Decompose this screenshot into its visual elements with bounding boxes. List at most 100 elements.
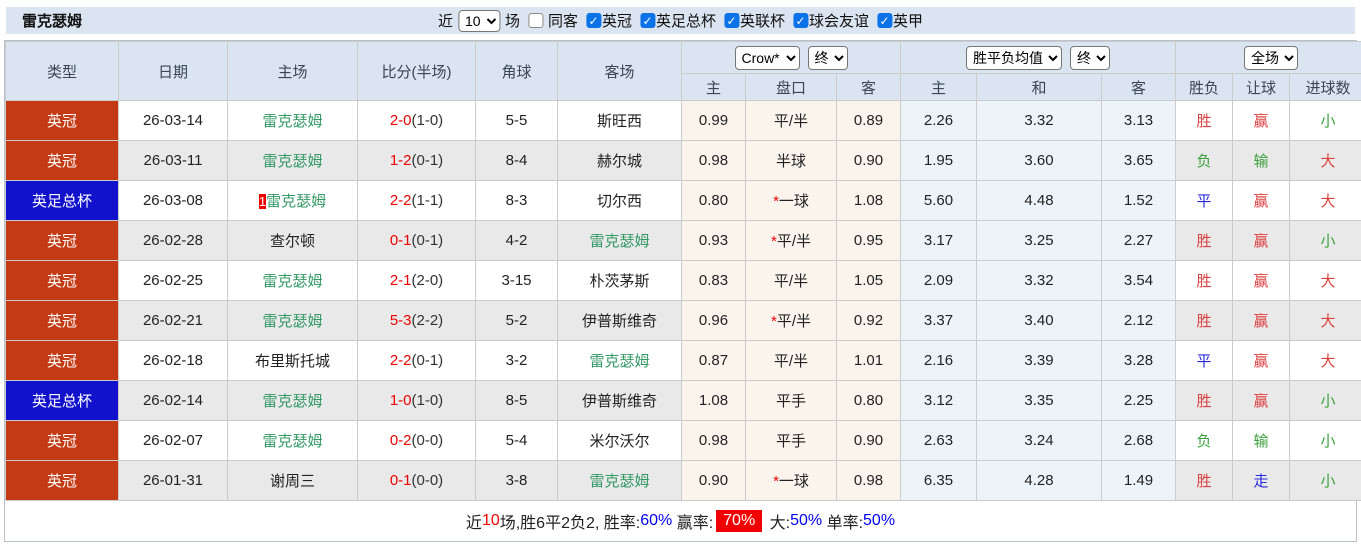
handicap-result-cell: 赢	[1232, 300, 1291, 341]
fulltime-score: 5-3	[389, 312, 412, 329]
handicap-cell: 半球	[745, 140, 837, 181]
handicap-cell: *一球	[745, 180, 837, 221]
sub-col-handicap: 盘口	[745, 73, 837, 101]
handicap-result-value: 赢	[1253, 273, 1269, 290]
halftime-score: (1-1)	[411, 192, 444, 209]
avg-home-cell: 2.63	[900, 420, 978, 461]
goals-cell: 小	[1289, 460, 1361, 501]
result-value: 胜	[1196, 113, 1212, 130]
handicap-result-value: 输	[1253, 433, 1269, 450]
score-cell: 0-1(0-1)	[357, 220, 476, 261]
avg-time-select[interactable]: 终	[1070, 45, 1111, 70]
home-odds-cell: 0.80	[681, 180, 746, 221]
odds-time-select[interactable]: 终	[807, 45, 848, 70]
avg-home-cell: 2.16	[900, 340, 978, 381]
home-team: 查尔顿	[227, 220, 358, 261]
home-odds-cell: 0.90	[681, 460, 746, 501]
table-row: 英冠 26-02-25 雷克瑟姆 2-1(2-0) 3-15 朴茨茅斯 0.83…	[5, 260, 1361, 301]
away-team: 雷克瑟姆	[557, 460, 682, 501]
avg-away-cell: 1.49	[1101, 460, 1177, 501]
score-cell: 0-1(0-0)	[357, 460, 476, 501]
away-team-name: 雷克瑟姆	[589, 473, 650, 490]
same-venue-checkbox[interactable]: ✓	[527, 13, 543, 28]
avg-away-cell: 2.68	[1101, 420, 1177, 461]
away-team-name: 伊普斯维奇	[581, 313, 657, 330]
home-odds-cell: 1.08	[681, 380, 746, 421]
away-team: 雷克瑟姆	[557, 220, 682, 261]
corners-cell: 8-5	[475, 380, 558, 421]
home-team-name: 雷克瑟姆	[262, 153, 323, 170]
home-team: 雷克瑟姆	[227, 300, 358, 341]
handicap-name: 平/半	[773, 273, 809, 290]
home-odds-cell: 0.98	[681, 140, 746, 181]
league-label-1: 英足总杯	[656, 13, 717, 30]
result-value: 负	[1196, 153, 1212, 170]
result-cell: 胜	[1175, 300, 1234, 341]
halftime-score: (1-0)	[411, 392, 444, 409]
goals-value: 小	[1320, 113, 1336, 130]
scope-select[interactable]: 全场	[1244, 45, 1299, 70]
result-cell: 平	[1175, 340, 1234, 381]
league-checkbox-0[interactable]: ✓	[585, 13, 601, 28]
score-cell: 1-2(0-1)	[357, 140, 476, 181]
matches-table: 类型 日期 主场 比分(半场) 角球 客场 Crow* 终 胜平负均值 终 全场…	[5, 41, 1361, 501]
home-team: 雷克瑟姆	[227, 140, 358, 181]
halftime-score: (0-1)	[411, 152, 444, 169]
league-badge: 英足总杯	[5, 380, 119, 421]
goals-cell: 大	[1289, 180, 1361, 221]
home-team: 谢周三	[227, 460, 358, 501]
league-badge: 英冠	[5, 340, 119, 381]
score-cell: 0-2(0-0)	[357, 420, 476, 461]
col-home: 主场	[227, 41, 358, 101]
sub-col-handicap-result: 让球	[1232, 73, 1291, 101]
handicap-result-value: 赢	[1253, 393, 1269, 410]
sub-col-avg-away: 客	[1101, 73, 1177, 101]
league-checkbox-1[interactable]: ✓	[640, 13, 655, 28]
avg-home-cell: 1.95	[900, 140, 978, 181]
stats-text: 单率:	[822, 515, 864, 532]
same-venue-label: 同客	[547, 13, 578, 30]
home-odds-cell: 0.87	[681, 340, 746, 381]
goals-cell: 大	[1289, 140, 1361, 181]
away-odds-cell: 0.98	[835, 460, 902, 501]
league-checkbox-3[interactable]: ✓	[793, 13, 809, 28]
league-badge: 英足总杯	[5, 180, 119, 221]
goals-cell: 大	[1289, 300, 1361, 341]
table-row: 英冠 26-02-21 雷克瑟姆 5-3(2-2) 5-2 伊普斯维奇 0.96…	[5, 300, 1361, 341]
home-team: 雷克瑟姆	[227, 260, 358, 301]
handicap-cell: 平/半	[745, 340, 837, 381]
handicap-cell: 平手	[745, 420, 837, 461]
avg-type-select[interactable]: 胜平负均值	[966, 45, 1063, 70]
avg-away-cell: 3.28	[1101, 340, 1177, 381]
score-cell: 2-1(2-0)	[357, 260, 476, 301]
away-team: 伊普斯维奇	[557, 300, 682, 341]
league-badge: 英冠	[5, 220, 119, 261]
handicap-cell: *平/半	[745, 220, 837, 261]
sub-col-odds-away: 客	[835, 73, 902, 101]
handicap-result-value: 走	[1253, 473, 1269, 490]
league-checkbox-4[interactable]: ✓	[877, 13, 893, 28]
odds-company-select[interactable]: Crow*	[734, 45, 800, 70]
handicap-result-cell: 赢	[1232, 260, 1291, 301]
handicap-name: 平/半	[776, 313, 811, 330]
home-odds-cell: 0.99	[681, 100, 746, 141]
home-team-name: 雷克瑟姆	[262, 273, 323, 290]
avg-draw-cell: 3.24	[976, 420, 1103, 461]
col-score: 比分(半场)	[357, 41, 476, 101]
halftime-score: (0-1)	[411, 352, 444, 369]
handicap-result-cell: 赢	[1232, 380, 1291, 421]
home-team-name: 谢周三	[269, 473, 315, 490]
recent-count-select[interactable]: 10	[457, 9, 500, 32]
goals-cell: 小	[1289, 100, 1361, 141]
avg-home-cell: 2.26	[900, 100, 978, 141]
away-odds-cell: 0.95	[835, 220, 902, 261]
handicap-result-value: 赢	[1253, 313, 1269, 330]
odds-group-header: Crow* 终	[680, 41, 902, 74]
goals-value: 大	[1320, 273, 1336, 290]
avg-home-cell: 6.35	[900, 460, 978, 501]
avg-home-cell: 2.09	[900, 260, 978, 301]
league-checkbox-2[interactable]: ✓	[724, 13, 740, 28]
handicap-name: 平/半	[773, 353, 809, 370]
away-odds-cell: 0.90	[835, 420, 902, 461]
handicap-result-cell: 输	[1232, 140, 1291, 181]
